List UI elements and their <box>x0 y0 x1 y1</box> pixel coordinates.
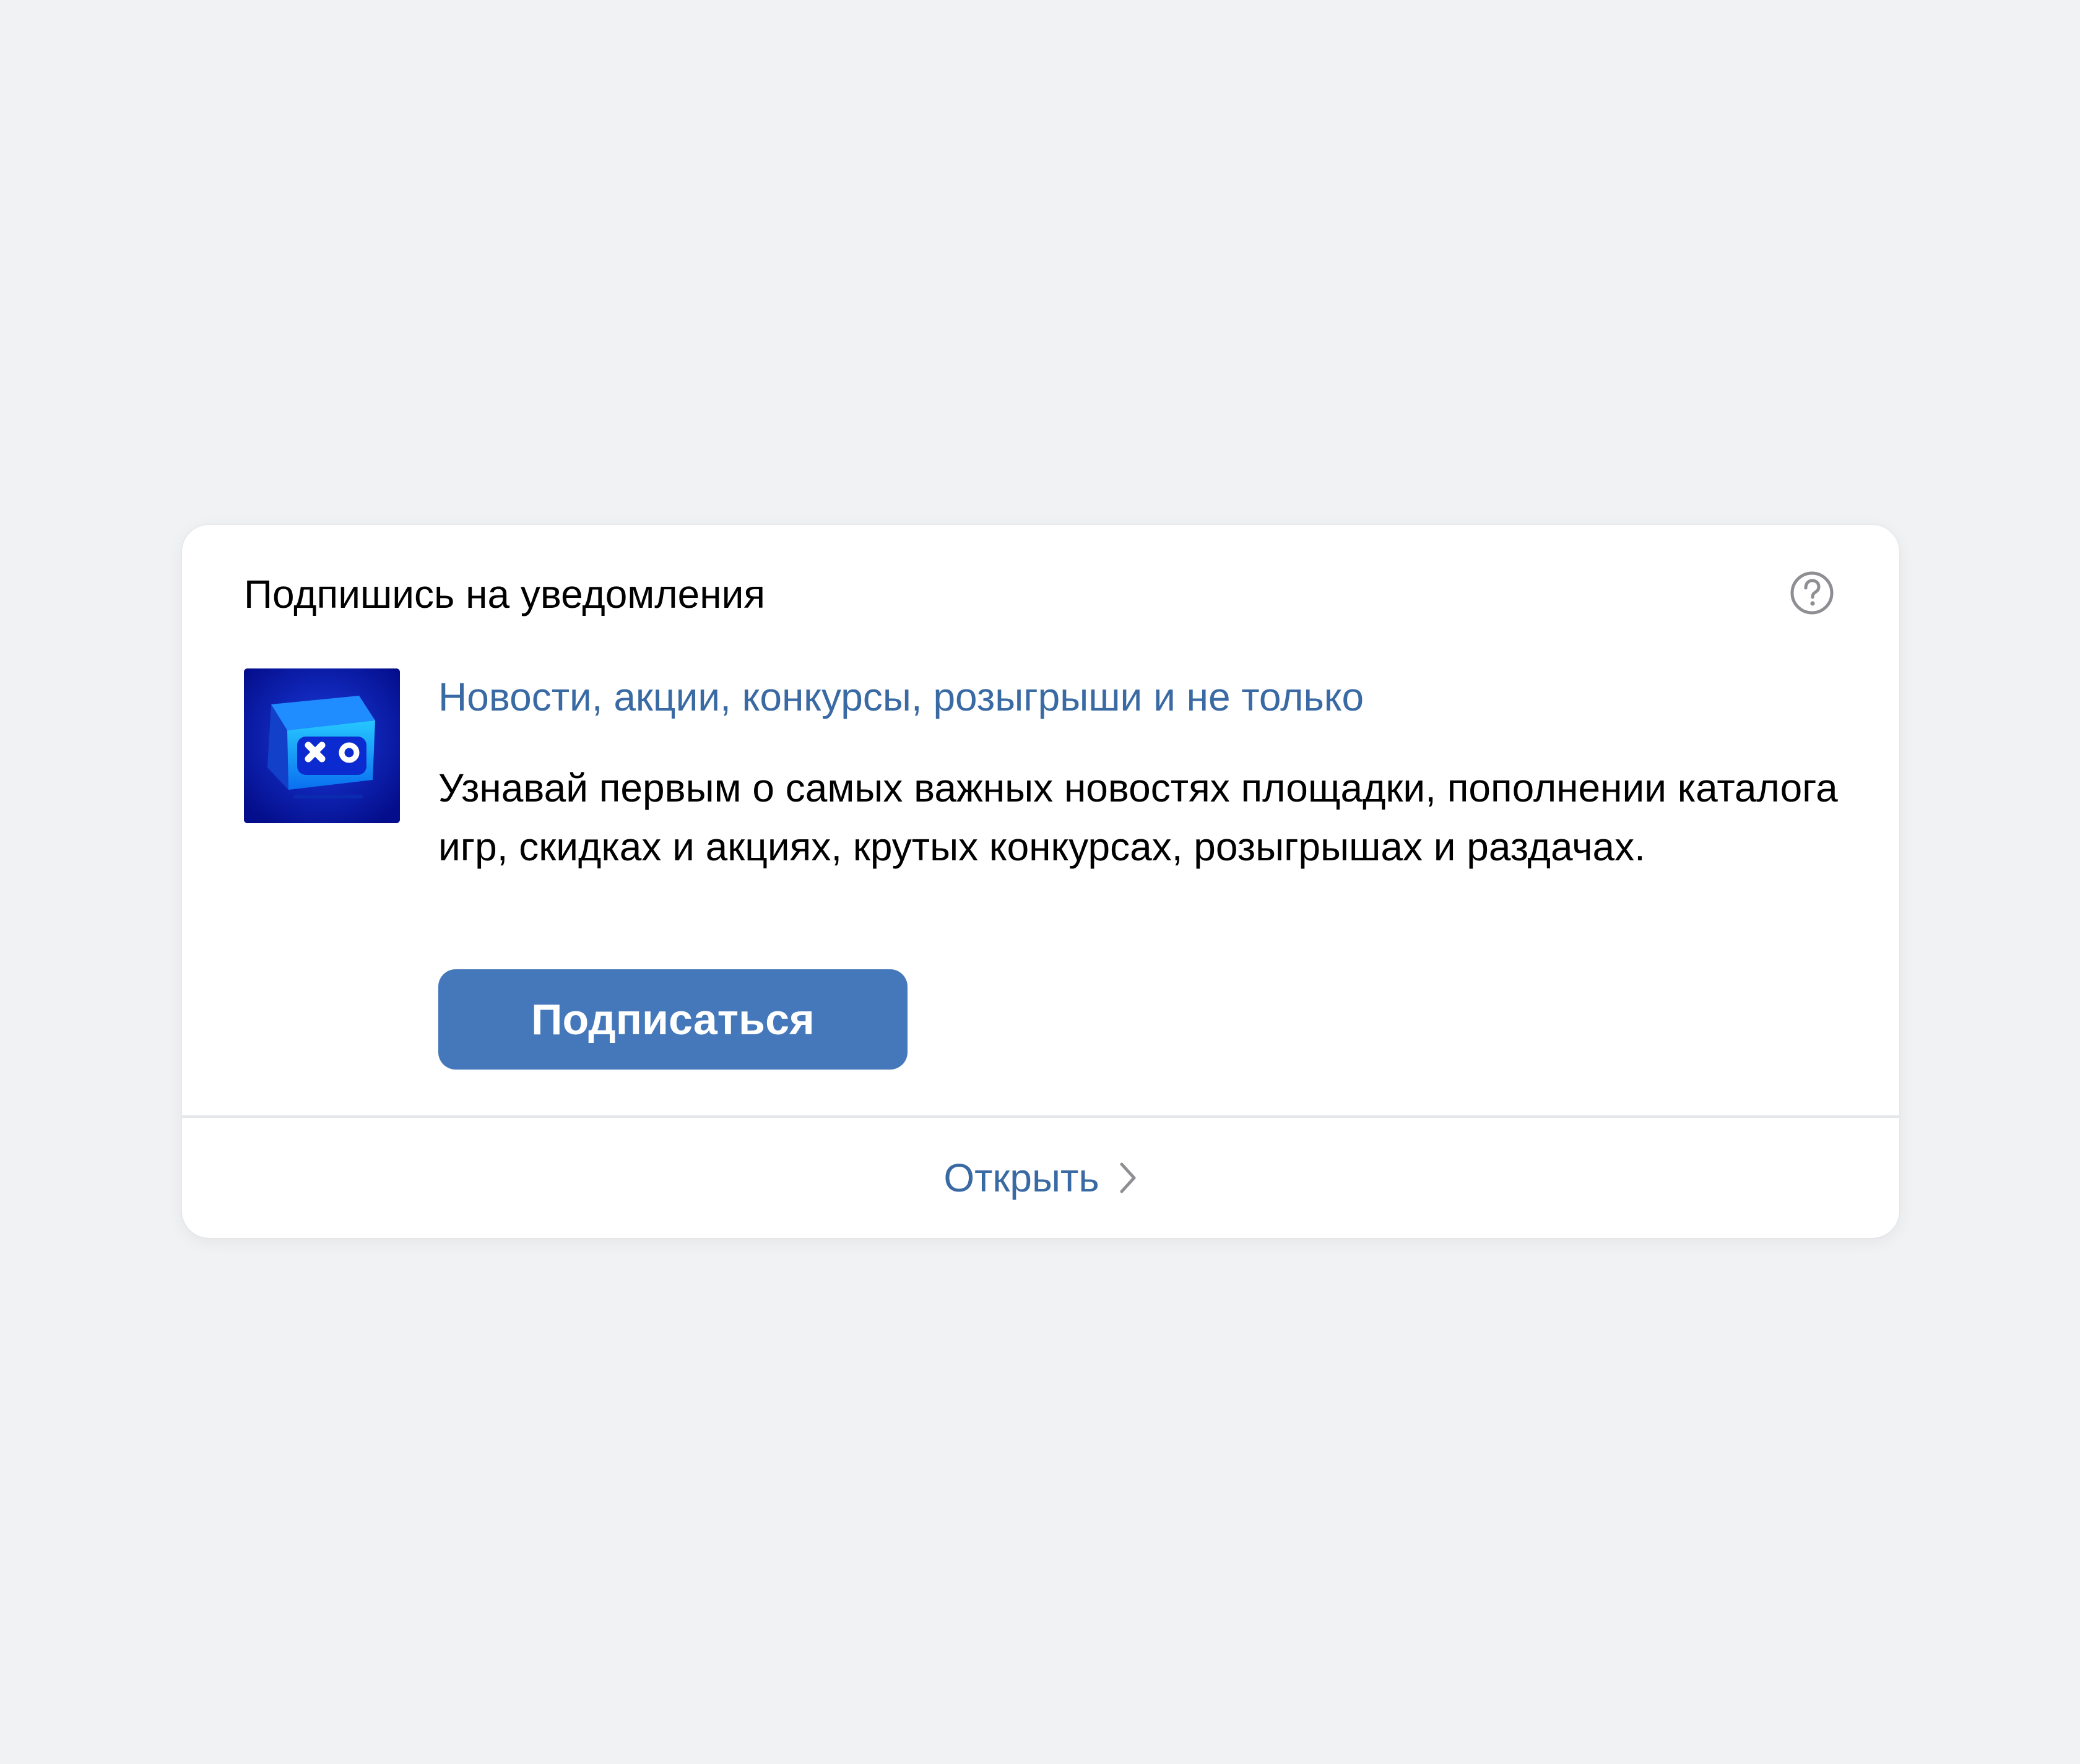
notification-subscribe-card: Подпишись на уведомления Новости, акции,… <box>182 525 1899 1238</box>
open-link-label: Открыть <box>943 1156 1099 1200</box>
subscription-title-link[interactable]: Новости, акции, конкурсы, розыгрыши и не… <box>438 672 1364 722</box>
card-title: Подпишись на уведомления <box>244 572 765 616</box>
game-cube-logo-icon[interactable] <box>244 668 400 823</box>
question-circle-icon[interactable] <box>1790 571 1834 615</box>
subscribe-button[interactable]: Подписаться <box>438 969 908 1070</box>
open-link[interactable]: Открыть <box>182 1118 1899 1238</box>
subscription-description: Узнавай первым о самых важных новостях п… <box>438 766 1838 869</box>
chevron-right-icon <box>1118 1161 1138 1195</box>
